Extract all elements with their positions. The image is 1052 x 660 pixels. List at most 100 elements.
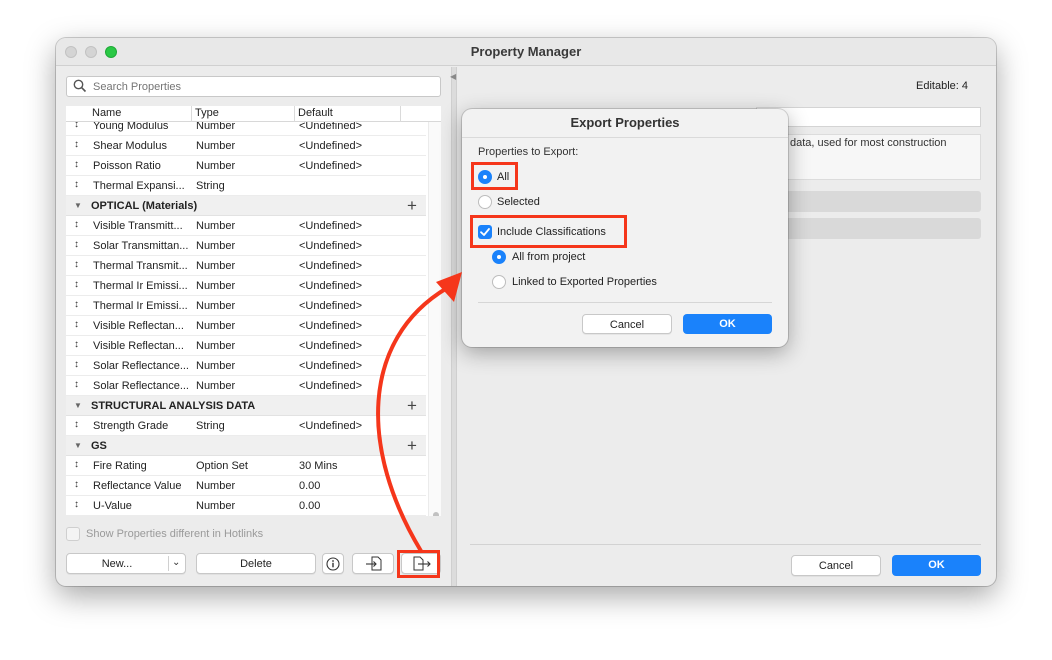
table-row[interactable]: ↕ Poisson Ratio Number <Undefined> <box>66 156 426 176</box>
property-default: <Undefined> <box>299 220 362 232</box>
drag-handle-icon[interactable]: ↕ <box>74 459 82 470</box>
property-name: Thermal Ir Emissi... <box>93 300 188 312</box>
drag-handle-icon[interactable]: ↕ <box>74 339 82 350</box>
property-type: Option Set <box>196 460 248 472</box>
disclosure-triangle-icon[interactable]: ▼ <box>74 401 82 410</box>
table-row[interactable]: ↕ Thermal Ir Emissi... Number <Undefined> <box>66 296 426 316</box>
new-button-label: New... <box>101 558 133 570</box>
table-row[interactable]: ↕ Reflectance Value Number 0.00 <box>66 476 426 496</box>
property-default: <Undefined> <box>299 360 362 372</box>
drag-handle-icon[interactable]: ↕ <box>74 219 82 230</box>
radio-linked[interactable] <box>492 275 506 289</box>
property-name: Shear Modulus <box>93 140 167 152</box>
dialog-cancel-button[interactable]: Cancel <box>582 314 672 334</box>
search-input[interactable] <box>93 79 433 94</box>
cancel-button[interactable]: Cancel <box>791 555 881 576</box>
table-scrollbar[interactable] <box>428 122 441 516</box>
drag-handle-icon[interactable]: ↕ <box>74 479 82 490</box>
property-default: <Undefined> <box>299 160 362 172</box>
properties-to-export-label: Properties to Export: <box>478 146 579 158</box>
title-bar: Property Manager <box>56 38 996 66</box>
table-row[interactable]: ↕ U-Value Number 0.00 <box>66 496 426 516</box>
radio-all-from-project[interactable] <box>492 250 506 264</box>
drag-handle-icon[interactable]: ↕ <box>74 299 82 310</box>
property-default: <Undefined> <box>299 280 362 292</box>
table-row[interactable]: ↕ Solar Reflectance... Number <Undefined> <box>66 376 426 396</box>
drag-handle-icon[interactable]: ↕ <box>74 279 82 290</box>
table-row[interactable]: ↕ Solar Transmittan... Number <Undefined> <box>66 236 426 256</box>
property-name: Reflectance Value <box>93 480 182 492</box>
group-row[interactable]: ▼ OPTICAL (Materials) + <box>66 196 426 216</box>
new-button[interactable]: New... ⌄ <box>66 553 186 574</box>
add-property-icon[interactable]: + <box>407 196 417 216</box>
property-type: Number <box>196 280 236 292</box>
table-row[interactable]: ↕ Visible Reflectan... Number <Undefined> <box>66 336 426 356</box>
drag-handle-icon[interactable]: ↕ <box>74 259 82 270</box>
table-row[interactable]: ↕ Visible Reflectan... Number <Undefined> <box>66 316 426 336</box>
table-row[interactable]: ↕ Strength Grade String <Undefined> <box>66 416 426 436</box>
table-row[interactable]: ↕ Thermal Ir Emissi... Number <Undefined> <box>66 276 426 296</box>
add-property-icon[interactable]: + <box>407 396 417 416</box>
import-icon <box>366 556 382 571</box>
disclosure-triangle-icon[interactable]: ▼ <box>74 441 82 450</box>
scrollbar-thumb[interactable] <box>433 512 439 516</box>
property-type: Number <box>196 300 236 312</box>
delete-button[interactable]: Delete <box>196 553 316 574</box>
property-type: Number <box>196 340 236 352</box>
drag-handle-icon[interactable]: ↕ <box>74 179 82 190</box>
property-type: Number <box>196 260 236 272</box>
property-type: Number <box>196 140 236 152</box>
add-property-icon[interactable]: + <box>407 436 417 456</box>
group-name: GS <box>91 440 107 452</box>
table-rows: ↕ Young Modulus Number <Undefined> ↕ Shear Mo… <box>66 116 426 516</box>
table-row[interactable]: ↕ Thermal Expansi... String <box>66 176 426 196</box>
info-icon <box>326 557 340 571</box>
ok-button[interactable]: OK <box>892 555 981 576</box>
drag-handle-icon[interactable]: ↕ <box>74 319 82 330</box>
properties-table: Name Type Default ↕ Young Modulus Number <U… <box>66 106 441 516</box>
drag-handle-icon[interactable]: ↕ <box>74 419 82 430</box>
property-name: Solar Reflectance... <box>93 380 189 392</box>
property-default: <Undefined> <box>299 240 362 252</box>
drag-handle-icon[interactable]: ↕ <box>74 499 82 510</box>
settings-bar[interactable] <box>786 191 981 212</box>
hotlinks-checkbox[interactable] <box>66 527 80 541</box>
table-row[interactable]: ↕ Visible Transmitt... Number <Undefined> <box>66 216 426 236</box>
drag-handle-icon[interactable]: ↕ <box>74 139 82 150</box>
info-button[interactable] <box>322 553 344 574</box>
import-button[interactable] <box>352 553 394 574</box>
dialog-ok-button[interactable]: OK <box>683 314 772 334</box>
editable-count: Editable: 4 <box>916 80 968 92</box>
radio-selected-label: Selected <box>497 196 540 208</box>
disclosure-triangle-icon[interactable]: ▼ <box>74 201 82 210</box>
chevron-down-icon[interactable]: ⌄ <box>172 557 180 568</box>
property-type: Number <box>196 240 236 252</box>
property-name-field[interactable] <box>756 107 981 127</box>
drag-handle-icon[interactable]: ↕ <box>74 379 82 390</box>
table-row[interactable]: ↕ Shear Modulus Number <Undefined> <box>66 136 426 156</box>
group-row[interactable]: ▼ STRUCTURAL ANALYSIS DATA + <box>66 396 426 416</box>
drag-handle-icon[interactable]: ↕ <box>74 239 82 250</box>
table-row[interactable]: ↕ Solar Reflectance... Number <Undefined> <box>66 356 426 376</box>
drag-handle-icon[interactable]: ↕ <box>74 159 82 170</box>
property-type: Number <box>196 480 236 492</box>
column-header-default[interactable]: Default <box>298 107 333 119</box>
property-name: Thermal Ir Emissi... <box>93 280 188 292</box>
property-default: <Undefined> <box>299 300 362 312</box>
table-row[interactable]: ↕ Thermal Transmit... Number <Undefined> <box>66 256 426 276</box>
drag-handle-icon[interactable]: ↕ <box>74 359 82 370</box>
group-row[interactable]: ▼ GS + <box>66 436 426 456</box>
property-default: 30 Mins <box>299 460 338 472</box>
collapse-arrow-icon[interactable]: ◀ <box>450 72 456 81</box>
radio-selected[interactable] <box>478 195 492 209</box>
table-row[interactable]: ↕ Fire Rating Option Set 30 Mins <box>66 456 426 476</box>
search-box[interactable] <box>66 76 441 97</box>
description-text: data, used for most construction <box>790 137 947 149</box>
settings-bar[interactable] <box>786 218 981 239</box>
column-header-type[interactable]: Type <box>195 107 219 119</box>
dialog-title-divider <box>462 137 788 138</box>
highlight-box-classifications <box>470 215 627 248</box>
group-name: STRUCTURAL ANALYSIS DATA <box>91 400 256 412</box>
panel-splitter[interactable] <box>451 67 457 586</box>
column-header-name[interactable]: Name <box>92 107 121 119</box>
